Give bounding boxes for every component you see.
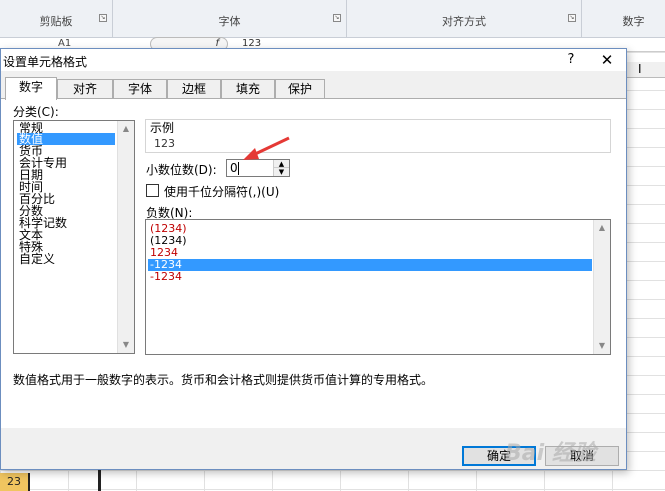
format-description: 数值格式用于一般数字的表示。货币和会计格式则提供货币值计算的专用格式。 (13, 373, 434, 387)
column-header[interactable] (627, 62, 665, 78)
ribbon-group-label: 字体 (218, 15, 241, 28)
ribbon-group-label: 数字 (622, 15, 645, 28)
sample-value: 123 (154, 137, 175, 150)
ribbon-group-font: 字体 ↘ (113, 0, 347, 38)
tab-fill[interactable]: 填充 (221, 79, 275, 99)
ribbon-group-clipboard: 剪贴板 ↘ (0, 0, 113, 38)
row-header[interactable]: 23 (0, 473, 30, 491)
negative-numbers-list[interactable]: (1234) (1234) 1234 -1234 -1234 ▲ ▼ (145, 219, 611, 355)
dialog-launcher-icon[interactable]: ↘ (333, 14, 341, 22)
annotation-arrow-icon (243, 136, 290, 160)
dialog-launcher-icon[interactable]: ↘ (99, 14, 107, 22)
tab-font[interactable]: 字体 (113, 79, 167, 99)
category-label: 分类(C): (13, 105, 59, 119)
column-header-label: I (638, 62, 642, 76)
spin-down-icon[interactable]: ▼ (274, 168, 289, 176)
ribbon-group-label: 对齐方式 (442, 15, 486, 28)
help-button[interactable]: ? (563, 52, 579, 68)
category-scrollbar[interactable]: ▲ ▼ (117, 121, 134, 353)
watermark-logo: Bai 经验 (505, 441, 596, 466)
tab-number[interactable]: 数字 (5, 77, 57, 100)
tab-border[interactable]: 边框 (167, 79, 221, 99)
scroll-up-icon[interactable]: ▲ (594, 220, 610, 236)
ribbon-group-number: 数字 (582, 0, 665, 38)
dialog-launcher-icon[interactable]: ↘ (568, 14, 576, 22)
scroll-down-icon[interactable]: ▼ (594, 338, 610, 354)
scroll-down-icon[interactable]: ▼ (118, 337, 134, 353)
tab-alignment[interactable]: 对齐 (57, 79, 113, 99)
excel-ribbon: 剪贴板 ↘ 字体 ↘ 对齐方式 ↘ 数字 (0, 0, 665, 38)
category-item[interactable]: 自定义 (17, 253, 57, 265)
category-list[interactable]: 常规 数值 货币 会计专用 日期 时间 百分比 分数 科学记数 文本 特殊 自定… (13, 120, 135, 354)
negative-option-selected[interactable]: -1234 (148, 259, 592, 271)
ribbon-group-label: 剪贴板 (39, 15, 73, 28)
close-icon[interactable]: ✕ (597, 51, 617, 69)
thousands-separator-label[interactable]: 使用千位分隔符(,)(U) (164, 183, 279, 200)
decimal-places-label: 小数位数(D): (146, 163, 217, 177)
negative-option[interactable]: -1234 (148, 271, 182, 283)
dialog-title: 设置单元格格式 (3, 55, 88, 69)
thousands-separator-checkbox[interactable] (146, 184, 159, 197)
scroll-up-icon[interactable]: ▲ (118, 121, 134, 137)
negative-list-scrollbar[interactable]: ▲ ▼ (593, 220, 610, 354)
format-cells-dialog: 设置单元格格式 ? ✕ 数字 对齐 字体 边框 填充 保护 分类(C): 常规 … (0, 48, 627, 470)
sample-group: 123 (145, 119, 611, 153)
tab-protection[interactable]: 保护 (275, 79, 325, 99)
dialog-titlebar[interactable]: 设置单元格格式 ? ✕ (1, 49, 626, 71)
ribbon-group-alignment: 对齐方式 ↘ (347, 0, 582, 38)
